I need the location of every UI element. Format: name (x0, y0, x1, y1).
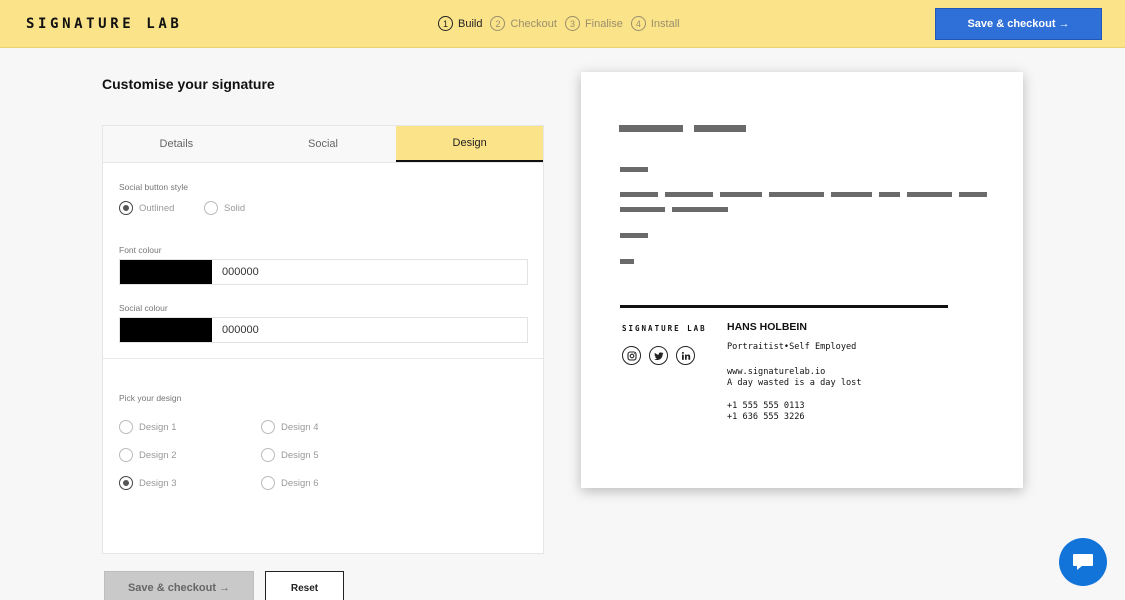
radio-design-4[interactable]: Design 4 (261, 420, 319, 434)
signature-preview: SIGNATURE LAB HANS HOLBEIN Portraitist•S… (581, 72, 1023, 488)
placeholder-bar (879, 192, 900, 197)
radio-label: Outlined (139, 202, 175, 214)
radio-label: Design 5 (281, 449, 319, 461)
font-colour-value[interactable]: 000000 (212, 260, 259, 284)
radio-outlined[interactable]: Outlined (119, 201, 174, 215)
placeholder-bar (620, 192, 658, 197)
tab-social[interactable]: Social (249, 126, 397, 162)
top-bar: SIGNATURE LAB 1 Build 2 Checkout 3 Final… (0, 0, 1125, 48)
radio-dot (119, 201, 133, 215)
step-label: Finalise (584, 17, 623, 30)
linkedin-icon[interactable] (676, 346, 695, 365)
step-number: 1 (438, 16, 453, 31)
section-divider (103, 358, 543, 359)
brand-logo[interactable]: SIGNATURE LAB (26, 16, 182, 32)
radio-label: Design 2 (139, 449, 177, 461)
placeholder-bar (907, 192, 952, 197)
social-colour-label: Social colour (119, 303, 168, 313)
radio-label: Solid (224, 202, 246, 214)
signature-logo: SIGNATURE LAB (622, 324, 707, 333)
font-colour-swatch[interactable] (120, 260, 212, 284)
radio-label: Design 3 (139, 477, 177, 489)
step-number: 4 (630, 16, 646, 31)
page-title: Customise your signature (102, 76, 275, 92)
editor-tabs: Details Social Design (103, 126, 544, 163)
social-colour-swatch[interactable] (120, 318, 212, 342)
radio-design-5[interactable]: Design 5 (261, 448, 319, 462)
placeholder-bar (620, 167, 648, 172)
social-colour-field[interactable]: 000000 (119, 317, 528, 343)
step-label: Install (650, 17, 680, 30)
signature-tagline: A day wasted is a day lost (727, 378, 862, 388)
radio-design-2[interactable]: Design 2 (119, 448, 177, 462)
step-checkout[interactable]: 2 Checkout (490, 16, 557, 31)
placeholder-bar (694, 125, 746, 132)
pick-design-label: Pick your design (119, 393, 182, 403)
save-checkout-button[interactable]: Save & checkout → (104, 571, 254, 600)
step-number: 2 (490, 16, 506, 31)
chat-launcher-button[interactable] (1059, 538, 1107, 586)
radio-label: Design 1 (139, 421, 177, 433)
font-colour-label: Font colour (119, 245, 162, 255)
step-label: Build (458, 17, 483, 30)
tab-details[interactable]: Details (103, 126, 250, 162)
radio-design-1[interactable]: Design 1 (119, 420, 177, 434)
radio-dot (204, 201, 218, 215)
header-save-checkout-button[interactable]: Save & checkout → (935, 8, 1102, 40)
checkout-steps: 1 Build 2 Checkout 3 Finalise 4 Install (438, 16, 680, 31)
placeholder-bar (620, 207, 665, 212)
reset-button[interactable]: Reset (265, 571, 344, 600)
step-number: 3 (564, 16, 580, 31)
signature-phone-2: +1 636 555 3226 (727, 412, 805, 422)
radio-dot (261, 420, 275, 434)
radio-label: Design 6 (281, 477, 319, 489)
signature-phone-1: +1 555 555 0113 (727, 401, 805, 411)
signature-job-title: Portraitist•Self Employed (727, 342, 857, 352)
twitter-icon[interactable] (649, 346, 668, 365)
chat-icon (1073, 554, 1093, 570)
signature-website[interactable]: www.signaturelab.io (727, 367, 825, 377)
placeholder-bar (665, 192, 713, 197)
step-label: Checkout (510, 17, 557, 30)
step-build[interactable]: 1 Build (438, 16, 482, 31)
placeholder-bar (831, 192, 872, 197)
social-colour-value[interactable]: 000000 (212, 318, 259, 342)
placeholder-bar (619, 125, 683, 132)
radio-label: Design 4 (281, 421, 319, 433)
instagram-icon[interactable] (622, 346, 641, 365)
radio-dot (261, 476, 275, 490)
placeholder-bar (620, 233, 648, 238)
radio-solid[interactable]: Solid (204, 201, 245, 215)
radio-design-3[interactable]: Design 3 (119, 476, 177, 490)
signature-divider (620, 305, 948, 308)
step-install[interactable]: 4 Install (630, 16, 680, 31)
radio-dot (261, 448, 275, 462)
step-finalise[interactable]: 3 Finalise (564, 16, 623, 31)
social-button-style-label: Social button style (119, 182, 188, 192)
radio-dot (119, 420, 133, 434)
tab-design[interactable]: Design (396, 126, 544, 162)
editor-panel: Details Social Design Social button styl… (102, 125, 544, 554)
radio-design-6[interactable]: Design 6 (261, 476, 319, 490)
radio-dot (119, 448, 133, 462)
signature-social-icons (622, 346, 695, 365)
radio-dot (119, 476, 133, 490)
placeholder-bar (672, 207, 728, 212)
placeholder-bar (720, 192, 762, 197)
placeholder-bar (620, 259, 634, 264)
placeholder-bar (959, 192, 987, 197)
font-colour-field[interactable]: 000000 (119, 259, 528, 285)
signature-name: HANS HOLBEIN (727, 321, 807, 333)
placeholder-bar (769, 192, 824, 197)
